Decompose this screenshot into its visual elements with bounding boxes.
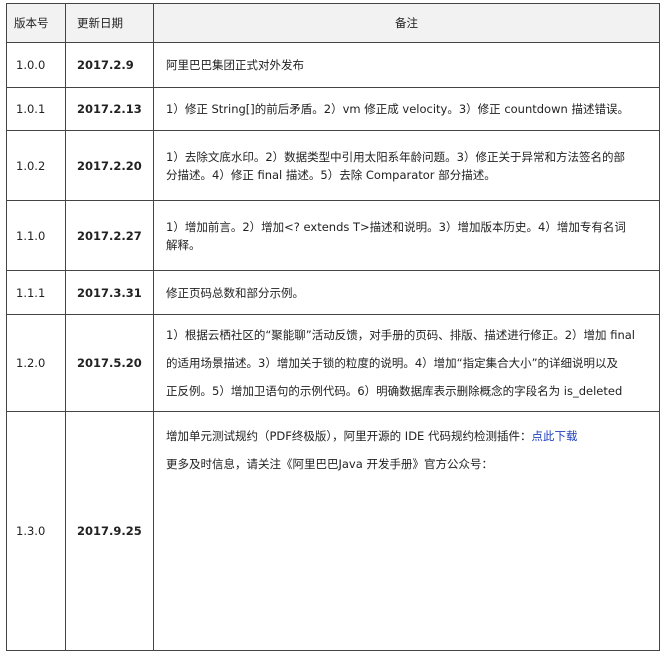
date-cell: 2017.2.27 <box>65 200 154 271</box>
notes-line: 解释。 <box>166 237 201 252</box>
notes-line: 增加单元测试规约（PDF终极版），阿里开源的 IDE 代码规约检测插件：点此下载 <box>166 422 651 450</box>
version-cell: 1.0.1 <box>6 87 66 131</box>
notes-line: 更多及时信息，请关注《阿里巴巴Java 开发手册》官方公众号： <box>166 457 493 471</box>
version-history-table: 版本号 更新日期 备注 1.0.0 2017.2.9 阿里巴巴集团正式对外发布 … <box>6 3 660 651</box>
header-notes: 备注 <box>153 3 660 43</box>
table-row: 1.2.0 2017.5.20 1）根据云栖社区的“聚能聊”活动反馈，对手册的页… <box>6 314 660 412</box>
table-row: 1.1.0 2017.2.27 1）增加前言。2）增加<? extends T>… <box>6 200 660 271</box>
download-link[interactable]: 点此下载 <box>531 429 577 443</box>
date-cell: 2017.2.9 <box>65 42 154 88</box>
date-cell: 2017.2.20 <box>65 130 154 201</box>
table-row: 1.0.2 2017.2.20 1）去除文底水印。2）数据类型中引用太阳系年龄问… <box>6 130 660 201</box>
header-date: 更新日期 <box>65 3 154 43</box>
notes-cell: 修正页码总数和部分示例。 <box>153 270 660 315</box>
date-cell: 2017.9.25 <box>65 411 154 651</box>
version-cell: 1.0.2 <box>6 130 66 201</box>
table-row: 1.1.1 2017.3.31 修正页码总数和部分示例。 <box>6 270 660 315</box>
notes-line: 1）去除文底水印。2）数据类型中引用太阳系年龄问题。3）修正关于异常和方法签名的… <box>166 149 625 164</box>
version-cell: 1.1.0 <box>6 200 66 271</box>
notes-line: 修正页码总数和部分示例。 <box>166 285 304 300</box>
notes-line: 1）增加前言。2）增加<? extends T>描述和说明。3）增加版本历史。4… <box>166 219 626 234</box>
notes-text: 增加单元测试规约（PDF终极版），阿里开源的 IDE 代码规约检测插件： <box>166 429 532 443</box>
version-cell: 1.3.0 <box>6 411 66 651</box>
table-row: 1.0.1 2017.2.13 1）修正 String[]的前后矛盾。2）vm … <box>6 87 660 131</box>
notes-line: 正反例。5）增加卫语句的示例代码。6）明确数据库表示删除概念的字段名为 is_d… <box>166 384 623 398</box>
notes-line: 1）根据云栖社区的“聚能聊”活动反馈，对手册的页码、排版、描述进行修正。2）增加… <box>166 328 635 342</box>
date-cell: 2017.2.13 <box>65 87 154 131</box>
notes-cell: 阿里巴巴集团正式对外发布 <box>153 42 660 88</box>
version-cell: 1.1.1 <box>6 270 66 315</box>
date-cell: 2017.3.31 <box>65 270 154 315</box>
notes-line: 阿里巴巴集团正式对外发布 <box>166 58 304 72</box>
date-cell: 2017.5.20 <box>65 314 154 412</box>
notes-cell: 增加单元测试规约（PDF终极版），阿里开源的 IDE 代码规约检测插件：点此下载… <box>153 411 660 651</box>
header-row: 版本号 更新日期 备注 <box>6 3 660 43</box>
notes-line: 的适用场景描述。3）增加关于锁的粒度的说明。4）增加“指定集合大小”的详细说明以… <box>166 356 619 370</box>
version-cell: 1.0.0 <box>6 42 66 88</box>
notes-cell: 1）根据云栖社区的“聚能聊”活动反馈，对手册的页码、排版、描述进行修正。2）增加… <box>153 314 660 412</box>
notes-line: 1）修正 String[]的前后矛盾。2）vm 修正成 velocity。3）修… <box>166 102 629 116</box>
table-row: 1.0.0 2017.2.9 阿里巴巴集团正式对外发布 <box>6 42 660 88</box>
notes-line: 分描述。4）修正 final 描述。5）去除 Comparator 部分描述。 <box>166 167 496 182</box>
header-version: 版本号 <box>6 3 66 43</box>
notes-cell: 1）增加前言。2）增加<? extends T>描述和说明。3）增加版本历史。4… <box>153 200 660 271</box>
version-cell: 1.2.0 <box>6 314 66 412</box>
notes-cell: 1）去除文底水印。2）数据类型中引用太阳系年龄问题。3）修正关于异常和方法签名的… <box>153 130 660 201</box>
table-row: 1.3.0 2017.9.25 增加单元测试规约（PDF终极版），阿里开源的 I… <box>6 411 660 651</box>
notes-cell: 1）修正 String[]的前后矛盾。2）vm 修正成 velocity。3）修… <box>153 87 660 131</box>
